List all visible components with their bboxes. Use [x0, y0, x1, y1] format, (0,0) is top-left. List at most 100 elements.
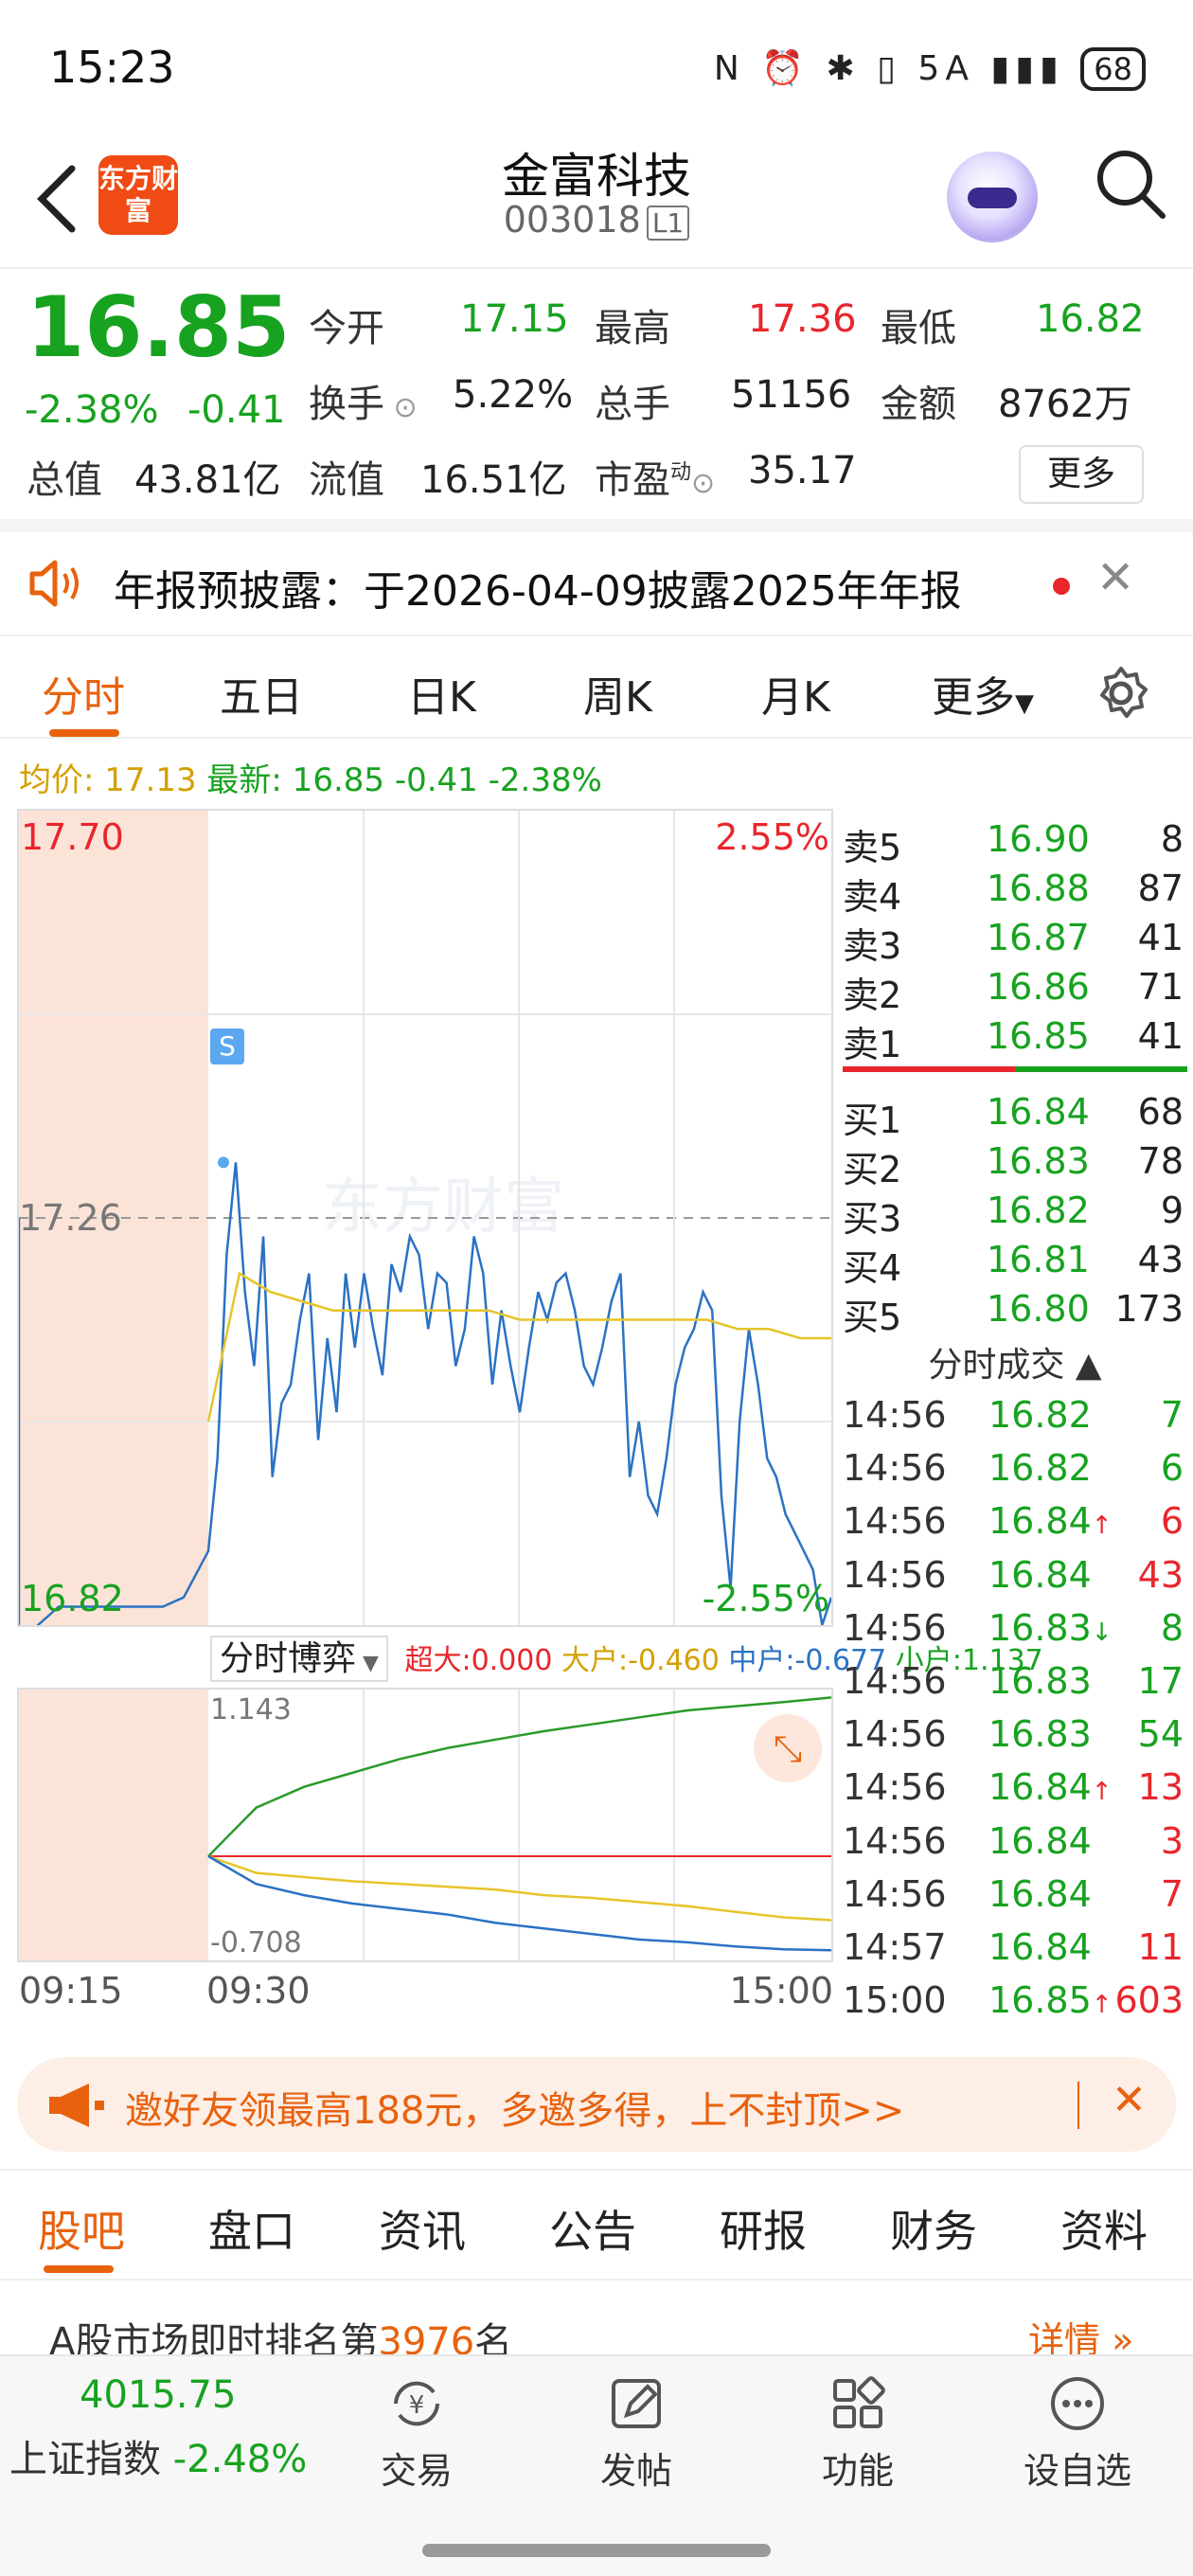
chart-tabs: 分时 五日 日K 周K 月K 更多▼ — [0, 644, 1193, 739]
flow-bottom-label: -0.708 — [210, 1926, 302, 1959]
trade-row: 14:56 16.83 54 — [843, 1713, 1193, 1766]
marketcap-value: 43.81亿 — [134, 458, 281, 502]
home-indicator[interactable] — [422, 2544, 771, 2557]
gear-icon[interactable] — [1093, 665, 1149, 722]
trade-price: 16.84 — [988, 1872, 1092, 1915]
close-icon[interactable]: ✕ — [1112, 2076, 1147, 2124]
tab-daily-k[interactable]: 日K — [407, 663, 476, 724]
bid-price: 16.82 — [987, 1190, 1090, 1231]
trade-price: 16.82 — [988, 1394, 1092, 1436]
time-0930: 09:30 — [206, 1970, 311, 2012]
trade-volume: 7 — [1160, 1872, 1184, 1915]
bid-label: 买3 — [843, 1198, 902, 1240]
index-line[interactable]: 上证指数 -2.48% — [9, 2428, 307, 2483]
stock-code: 003018 — [503, 199, 641, 241]
trade-price: 16.84 — [988, 1553, 1092, 1596]
content-tabs: 股吧 盘口 资讯 公告 研报 财务 资料 — [0, 2169, 1193, 2281]
banner-divider — [1077, 2082, 1079, 2129]
ask-label: 卖5 — [843, 827, 902, 868]
trade-volume: 6 — [1160, 1447, 1184, 1490]
trades-title[interactable]: 分时成交 ▲ — [837, 1337, 1193, 1386]
trade-time: 14:56 — [843, 1660, 947, 1702]
sell-marker-icon[interactable]: S — [210, 1029, 244, 1064]
bid-label: 买5 — [843, 1297, 902, 1338]
float-cap-label: 流值 — [309, 458, 384, 502]
bid-volume: 78 — [1137, 1140, 1184, 1182]
nav-watchlist[interactable]: 设自选 — [1002, 2373, 1153, 2494]
open-label: 今开 — [309, 307, 384, 350]
index-value[interactable]: 4015.75 — [80, 2373, 236, 2417]
assistant-robot-icon[interactable] — [947, 152, 1038, 242]
bid-label: 买2 — [843, 1149, 902, 1190]
trade-volume: 8 — [1160, 1606, 1184, 1649]
volume-value: 51156 — [731, 373, 852, 417]
trade-volume: 3 — [1160, 1819, 1184, 1862]
tab-monthly-k[interactable]: 月K — [761, 663, 830, 724]
close-icon[interactable]: ✕ — [1096, 551, 1134, 604]
tab-profile[interactable]: 资料 — [1060, 2197, 1148, 2260]
trade-volume: 43 — [1137, 1553, 1184, 1596]
bid-volume: 68 — [1137, 1091, 1184, 1133]
fund-flow-chart[interactable]: 分时博弈 ▼ 超大:0.000 大户:-0.460 中户:-0.677 小户:1… — [17, 1631, 1043, 1962]
tab-guba[interactable]: 股吧 — [38, 2197, 125, 2260]
notice-text: 年报预披露：于2026-04-09披露2025年年报 — [114, 567, 962, 616]
ask-row: 卖3 16.87 41 — [843, 917, 1193, 967]
trade-price: 16.84 — [988, 1926, 1092, 1968]
ask-volume: 41 — [1137, 1015, 1184, 1057]
ask-bar — [843, 1066, 1015, 1072]
quote-panel: 16.85 -2.38% -0.41 今开 17.15 最高 17.36 最低 … — [0, 275, 1193, 519]
trade-price: 16.84 — [988, 1819, 1092, 1862]
trade-price: 16.85↑ — [988, 1979, 1113, 2022]
bid-row: 买4 16.81 43 — [843, 1239, 1193, 1289]
nav-trade[interactable]: ¥ 交易 — [341, 2373, 492, 2494]
ask-volume: 41 — [1137, 917, 1184, 958]
search-icon[interactable] — [1093, 146, 1168, 222]
price-line-chart: 东方财富 — [19, 811, 831, 1625]
notice-bar[interactable]: 年报预披露：于2026-04-09披露2025年年报 ✕ — [0, 532, 1193, 636]
trade-volume: 17 — [1137, 1660, 1184, 1702]
fund-flow-area: 1.143 -0.708 ⤡ — [17, 1688, 833, 1962]
status-icon-text: N ⏰ ✱ ▯ 5A ▮▮▮ — [713, 49, 1064, 88]
tab-five-day[interactable]: 五日 — [220, 663, 303, 724]
bid-volume: 43 — [1137, 1239, 1184, 1280]
tab-pankou[interactable]: 盘口 — [208, 2197, 295, 2260]
promo-text: 邀好友领最高188元，多邀多得，上不封顶>> — [125, 2089, 905, 2133]
ask-volume: 71 — [1137, 966, 1184, 1008]
high-value: 17.36 — [748, 297, 857, 341]
ask-row: 卖5 16.90 8 — [843, 818, 1193, 868]
tab-intraday[interactable]: 分时 — [42, 663, 125, 724]
edit-icon — [612, 2379, 661, 2428]
trade-volume: 603 — [1114, 1979, 1184, 2022]
nav-functions[interactable]: 功能 — [782, 2373, 934, 2494]
trade-price: 16.84↑ — [988, 1500, 1113, 1543]
trade-volume: 11 — [1137, 1926, 1184, 1968]
trade-volume: 6 — [1160, 1500, 1184, 1543]
bid-price: 16.81 — [987, 1239, 1090, 1280]
tab-finance[interactable]: 财务 — [890, 2197, 977, 2260]
tab-news[interactable]: 资讯 — [379, 2197, 466, 2260]
promo-banner[interactable]: 邀好友领最高188元，多邀多得，上不封顶>> ✕ — [17, 2057, 1176, 2152]
more-button[interactable]: 更多 — [1019, 445, 1144, 504]
fund-flow-dropdown[interactable]: 分时博弈 ▼ — [210, 1636, 388, 1682]
ask-label: 卖4 — [843, 876, 902, 918]
intraday-chart[interactable]: 东方财富 17.70 2.55% 17.26 16.82 -2.55% S — [17, 809, 833, 1627]
trade-volume: 54 — [1137, 1713, 1184, 1756]
flow-top-label: 1.143 — [210, 1693, 292, 1726]
bid-price: 16.80 — [987, 1288, 1090, 1330]
tab-research[interactable]: 研报 — [720, 2197, 807, 2260]
amount-value: 8762万 — [998, 383, 1132, 426]
tab-announce[interactable]: 公告 — [549, 2197, 636, 2260]
trade-price: 16.83 — [988, 1660, 1092, 1702]
ask-price: 16.86 — [987, 966, 1090, 1008]
time-1500: 15:00 — [729, 1970, 833, 2012]
ask-row: 卖4 16.88 87 — [843, 868, 1193, 918]
nav-post[interactable]: 发帖 — [561, 2373, 712, 2494]
speaker-icon — [29, 560, 79, 607]
top-price-label: 17.70 — [21, 816, 124, 858]
tab-weekly-k[interactable]: 周K — [583, 663, 652, 724]
expand-icon[interactable]: ⤡ — [754, 1714, 822, 1782]
trade-time: 14:56 — [843, 1394, 947, 1436]
tab-more[interactable]: 更多▼ — [932, 663, 1034, 724]
status-bar: 15:23 N ⏰ ✱ ▯ 5A ▮▮▮ 68 — [0, 0, 1193, 133]
trade-row: 14:56 16.84↑ 13 — [843, 1766, 1193, 1819]
